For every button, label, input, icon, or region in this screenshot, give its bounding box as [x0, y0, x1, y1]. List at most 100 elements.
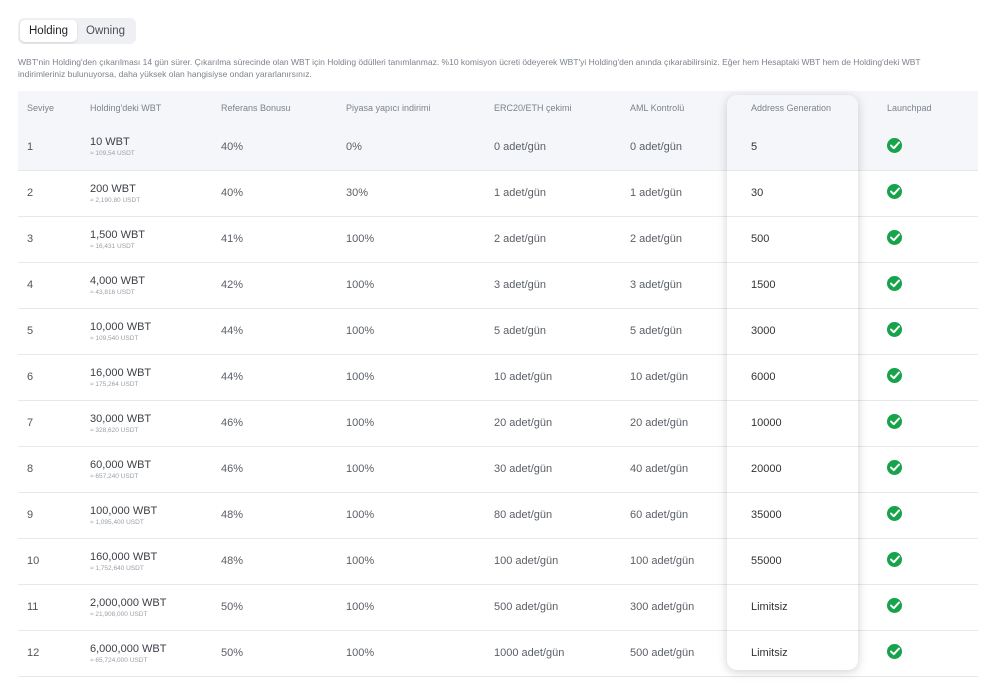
- usdt-equivalent: ≈ 109,540 USDT: [90, 334, 139, 342]
- cell-level: 4: [27, 279, 34, 291]
- wbt-amount: 10,000 WBT: [90, 320, 152, 333]
- usdt-equivalent: ≈ 21,908,000 USDT: [90, 610, 148, 618]
- cell-erc20-withdrawal: 20 adet/gün: [494, 417, 553, 429]
- cell-market-maker-discount: 100%: [346, 371, 375, 383]
- usdt-equivalent: ≈ 328,620 USDT: [90, 426, 139, 434]
- usdt-equivalent: ≈ 657,240 USDT: [90, 472, 139, 480]
- cell-address-generation: 1500: [751, 279, 776, 291]
- cell-address-generation: 5: [751, 140, 758, 153]
- cell-aml-check: 500 adet/gün: [630, 647, 695, 659]
- cell-aml-check: 3 adet/gün: [630, 279, 682, 291]
- check-circle-icon: [887, 184, 902, 199]
- cell-level: 12: [27, 647, 40, 659]
- cell-market-maker-discount: 100%: [346, 509, 375, 521]
- check-circle-icon: [887, 644, 902, 659]
- wbt-amount: 4,000 WBT: [90, 274, 146, 287]
- usdt-equivalent: ≈ 1,095,400 USDT: [90, 518, 144, 526]
- check-circle-icon: [887, 276, 902, 291]
- wbt-amount: 6,000,000 WBT: [90, 642, 167, 655]
- cell-aml-check: 100 adet/gün: [630, 555, 695, 567]
- cell-holding-wbt: 100,000 WBT ≈ 1,095,400 USDT: [81, 492, 212, 538]
- cell-level: 5: [27, 325, 34, 337]
- cell-holding-wbt: 200 WBT ≈ 2,190.80 USDT: [81, 170, 212, 216]
- cell-level: 8: [27, 463, 34, 475]
- table-row: 6 16,000 WBT ≈ 175,264 USDT 44% 100% 10 adet/…: [18, 354, 978, 400]
- check-circle-icon: [887, 598, 902, 613]
- cell-address-generation: 3000: [751, 325, 776, 337]
- cell-market-maker-discount: 0%: [346, 140, 362, 153]
- col-header-launchpad: Launchpad: [887, 102, 932, 113]
- cell-market-maker-discount: 100%: [346, 325, 375, 337]
- check-circle-icon: [887, 460, 902, 475]
- cell-holding-wbt: 16,000 WBT ≈ 175,264 USDT: [81, 354, 212, 400]
- usdt-equivalent: ≈ 43,816 USDT: [90, 288, 135, 296]
- wbt-amount: 160,000 WBT: [90, 550, 158, 563]
- col-header-erc20-withdrawal: ERC20/ETH çekimi: [494, 102, 572, 113]
- cell-aml-check: 2 adet/gün: [630, 233, 682, 245]
- tab-holding[interactable]: Holding: [20, 20, 77, 42]
- cell-aml-check: 5 adet/gün: [630, 325, 682, 337]
- usdt-equivalent: ≈ 175,264 USDT: [90, 380, 139, 388]
- cell-referral-bonus: 46%: [221, 417, 244, 429]
- cell-address-generation: 55000: [751, 555, 782, 567]
- cell-aml-check: 1 adet/gün: [630, 187, 682, 199]
- cell-erc20-withdrawal: 10 adet/gün: [494, 371, 553, 383]
- cell-launchpad: [878, 170, 978, 216]
- cell-level: 2: [27, 187, 34, 199]
- col-header-address-generation: Address Generation: [751, 102, 832, 113]
- col-header-market-maker-discount: Piyasa yapıcı indirimi: [346, 102, 431, 113]
- cell-aml-check: 10 adet/gün: [630, 371, 689, 383]
- cell-holding-wbt: 6,000,000 WBT ≈ 65,724,000 USDT: [81, 630, 212, 676]
- cell-erc20-withdrawal: 1000 adet/gün: [494, 647, 565, 659]
- cell-aml-check: 300 adet/gün: [630, 601, 695, 613]
- cell-market-maker-discount: 100%: [346, 647, 375, 659]
- col-header-holding-wbt: Holding'deki WBT: [90, 102, 162, 113]
- cell-launchpad: [878, 446, 978, 492]
- wbt-amount: 16,000 WBT: [90, 366, 152, 379]
- table-row: 10 160,000 WBT ≈ 1,752,640 USDT 48% 100% 100 …: [18, 538, 978, 584]
- cell-launchpad: [878, 124, 978, 170]
- cell-referral-bonus: 50%: [221, 647, 244, 659]
- cell-holding-wbt: 10,000 WBT ≈ 109,540 USDT: [81, 308, 212, 354]
- cell-erc20-withdrawal: 80 adet/gün: [494, 509, 553, 521]
- cell-erc20-withdrawal: 500 adet/gün: [494, 601, 559, 613]
- cell-holding-wbt: 160,000 WBT ≈ 1,752,640 USDT: [81, 538, 212, 584]
- table-row: 12 6,000,000 WBT ≈ 65,724,000 USDT 50% 100% 1…: [18, 630, 978, 676]
- cell-erc20-withdrawal: 30 adet/gün: [494, 463, 553, 475]
- cell-aml-check: 0 adet/gün: [630, 140, 682, 153]
- check-circle-icon: [887, 322, 902, 337]
- cell-erc20-withdrawal: 1 adet/gün: [494, 187, 546, 199]
- cell-holding-wbt: 10 WBT ≈ 109,54 USDT: [81, 124, 212, 170]
- table-row: 8 60,000 WBT ≈ 657,240 USDT 46% 100% 30 adet/…: [18, 446, 978, 492]
- cell-market-maker-discount: 30%: [346, 187, 369, 199]
- cell-holding-wbt: 60,000 WBT ≈ 657,240 USDT: [81, 446, 212, 492]
- table-row: 5 10,000 WBT ≈ 109,540 USDT 44% 100% 5 adet/g…: [18, 308, 978, 354]
- usdt-equivalent: ≈ 109,54 USDT: [90, 150, 135, 158]
- cell-market-maker-discount: 100%: [346, 555, 375, 567]
- cell-market-maker-discount: 100%: [346, 233, 375, 245]
- tab-owning[interactable]: Owning: [77, 20, 134, 42]
- table-row: 2 200 WBT ≈ 2,190.80 USDT 40% 30% 1 adet/gün 1…: [18, 170, 978, 216]
- cell-holding-wbt: 1,500 WBT ≈ 16,431 USDT: [81, 216, 212, 262]
- cell-erc20-withdrawal: 0 adet/gün: [494, 140, 546, 153]
- table-row: 3 1,500 WBT ≈ 16,431 USDT 41% 100% 2 adet/gün…: [18, 216, 978, 262]
- usdt-equivalent: ≈ 1,752,640 USDT: [90, 564, 144, 572]
- col-header-level: Seviye: [27, 102, 55, 113]
- cell-referral-bonus: 44%: [221, 371, 244, 383]
- cell-launchpad: [878, 400, 978, 446]
- cell-holding-wbt: 30,000 WBT ≈ 328,620 USDT: [81, 400, 212, 446]
- cell-address-generation: 500: [751, 233, 770, 245]
- cell-level: 9: [27, 509, 34, 521]
- check-circle-icon: [887, 230, 902, 245]
- wbt-amount: 200 WBT: [90, 182, 136, 195]
- cell-address-generation: 30: [751, 187, 764, 199]
- cell-launchpad: [878, 630, 978, 676]
- cell-address-generation: Limitsiz: [751, 647, 788, 659]
- cell-launchpad: [878, 492, 978, 538]
- cell-level: 10: [27, 555, 40, 567]
- wbt-amount: 100,000 WBT: [90, 504, 158, 517]
- cell-referral-bonus: 42%: [221, 279, 244, 291]
- cell-referral-bonus: 41%: [221, 233, 244, 245]
- cell-referral-bonus: 48%: [221, 509, 244, 521]
- table-row: 7 30,000 WBT ≈ 328,620 USDT 46% 100% 20 adet/…: [18, 400, 978, 446]
